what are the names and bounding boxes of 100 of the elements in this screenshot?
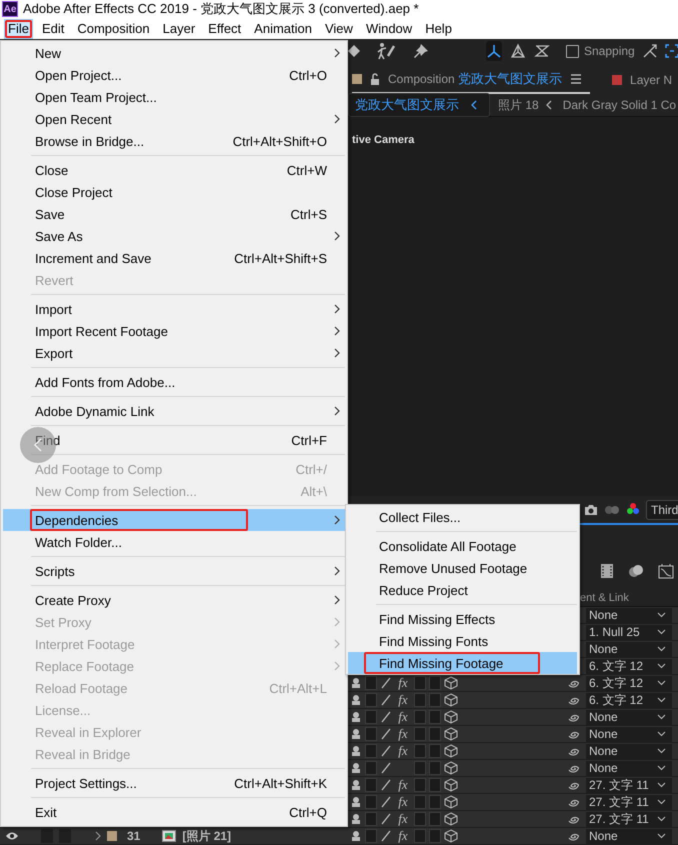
slash-icon[interactable] xyxy=(381,728,391,740)
menu-item[interactable]: Close Ctrl+W xyxy=(3,159,345,181)
slash-icon[interactable] xyxy=(381,813,391,825)
menu-item[interactable]: Scripts xyxy=(3,560,345,582)
shy-icon[interactable] xyxy=(350,762,362,774)
cube-icon[interactable] xyxy=(444,676,458,690)
slash-icon[interactable] xyxy=(381,711,391,723)
breadcrumb[interactable]: 党政大气图文展示 xyxy=(348,93,490,117)
fx-label[interactable]: fx xyxy=(398,675,408,691)
switch-box[interactable] xyxy=(365,710,377,724)
menu-item[interactable]: Adobe Dynamic Link xyxy=(3,400,345,422)
switch-box[interactable] xyxy=(414,744,426,758)
breadcrumb[interactable]: 照片 18 xyxy=(498,96,539,114)
menu-item[interactable]: Open Recent xyxy=(3,108,345,130)
switch-box[interactable] xyxy=(365,727,377,741)
fx-label[interactable]: fx xyxy=(398,811,408,827)
fx-label[interactable]: fx xyxy=(398,777,408,793)
fx-label[interactable]: fx xyxy=(398,794,408,810)
menu-item[interactable]: Animation xyxy=(250,18,316,38)
cube-icon[interactable] xyxy=(444,710,458,724)
puppet-icon[interactable] xyxy=(376,42,396,60)
menu-item[interactable]: Open Team Project... xyxy=(3,86,345,108)
switch-box[interactable] xyxy=(429,829,441,843)
switch-box[interactable] xyxy=(365,693,377,707)
parent-dropdown[interactable]: None xyxy=(586,744,672,758)
menu-item[interactable]: Find Missing Footage xyxy=(348,652,577,674)
switch-box[interactable] xyxy=(429,710,441,724)
menu-item[interactable]: New xyxy=(3,42,345,64)
shy-icon[interactable] xyxy=(350,779,362,791)
slash-icon[interactable] xyxy=(381,745,391,757)
switch-box[interactable] xyxy=(414,778,426,792)
lock-toggle[interactable] xyxy=(59,829,71,843)
switch-box[interactable] xyxy=(365,676,377,690)
menu-item[interactable]: Find Missing Effects xyxy=(348,608,577,630)
switch-box[interactable] xyxy=(429,778,441,792)
switch-box[interactable] xyxy=(429,744,441,758)
menu-item[interactable]: Layer xyxy=(158,18,200,38)
shy-icon[interactable] xyxy=(350,711,362,723)
parent-dropdown[interactable]: 27. 文字 11 xyxy=(586,812,672,826)
slash-icon[interactable] xyxy=(381,677,391,689)
switch-box[interactable] xyxy=(429,676,441,690)
switch-box[interactable] xyxy=(365,812,377,826)
slash-icon[interactable] xyxy=(381,796,391,808)
parent-dropdown[interactable]: None xyxy=(586,760,672,776)
menu-item[interactable]: Save As xyxy=(3,225,345,247)
parent-dropdown[interactable]: None xyxy=(586,828,672,844)
switch-box[interactable] xyxy=(429,812,441,826)
parent-dropdown[interactable]: None xyxy=(586,642,672,656)
parent-dropdown[interactable]: 27. 文字 11 xyxy=(586,794,672,810)
switch-box[interactable] xyxy=(365,795,377,809)
switch-box[interactable] xyxy=(365,761,377,775)
switch-box[interactable] xyxy=(365,744,377,758)
focus-frame-icon[interactable] xyxy=(664,44,678,58)
menu-item[interactable]: Import xyxy=(3,298,345,320)
solo-toggle[interactable] xyxy=(41,829,53,843)
fx-label[interactable]: fx xyxy=(398,726,408,742)
shy-icon[interactable] xyxy=(350,728,362,740)
shy-icon[interactable] xyxy=(350,745,362,757)
switch-box[interactable] xyxy=(414,795,426,809)
menu-item[interactable]: Exit Ctrl+Q xyxy=(3,801,345,823)
shy-icon[interactable] xyxy=(350,677,362,689)
menu-item[interactable]: Dependencies xyxy=(3,509,345,531)
fx-label[interactable]: fx xyxy=(398,709,408,725)
slash-icon[interactable] xyxy=(381,830,391,842)
menu-item[interactable]: Help xyxy=(421,18,456,38)
menu-item[interactable]: Close Project xyxy=(3,181,345,203)
menu-item[interactable]: Browse in Bridge... Ctrl+Alt+Shift+O xyxy=(3,130,345,152)
film-icon[interactable] xyxy=(600,563,614,579)
switch-box[interactable] xyxy=(365,778,377,792)
menu-item[interactable]: Remove Unused Footage xyxy=(348,557,577,579)
menu-item[interactable]: Edit xyxy=(38,18,68,38)
switch-box[interactable] xyxy=(429,795,441,809)
shy-icon[interactable] xyxy=(350,830,362,842)
menu-item[interactable]: File xyxy=(4,18,33,38)
menu-item[interactable]: Import Recent Footage xyxy=(3,320,345,342)
graph-editor-icon[interactable] xyxy=(658,563,674,579)
switch-box[interactable] xyxy=(429,693,441,707)
shy-icon[interactable] xyxy=(350,813,362,825)
switch-box[interactable] xyxy=(414,761,426,775)
cube-icon[interactable] xyxy=(444,761,458,775)
parent-dropdown[interactable]: None xyxy=(586,608,672,622)
menu-icon[interactable] xyxy=(570,74,582,84)
axis-mode-button[interactable] xyxy=(486,41,502,61)
shy-icon[interactable] xyxy=(350,694,362,706)
menu-item[interactable]: Create Proxy xyxy=(3,589,345,611)
parent-dropdown[interactable]: None xyxy=(586,710,672,724)
slash-icon[interactable] xyxy=(381,779,391,791)
slash-icon[interactable] xyxy=(381,694,391,706)
switch-box[interactable] xyxy=(414,812,426,826)
shy-icon[interactable] xyxy=(350,796,362,808)
fx-label[interactable]: fx xyxy=(398,743,408,759)
breadcrumb[interactable]: Dark Gray Solid 1 Co xyxy=(562,98,676,112)
camera-icon[interactable] xyxy=(584,504,598,516)
cube-icon[interactable] xyxy=(444,829,458,843)
menu-item[interactable]: Increment and Save Ctrl+Alt+Shift+S xyxy=(3,247,345,269)
menu-item[interactable]: Open Project... Ctrl+O xyxy=(3,64,345,86)
menu-item[interactable]: View xyxy=(320,18,357,38)
cube-icon[interactable] xyxy=(444,812,458,826)
switch-box[interactable] xyxy=(414,676,426,690)
fx-label[interactable]: fx xyxy=(398,828,408,844)
